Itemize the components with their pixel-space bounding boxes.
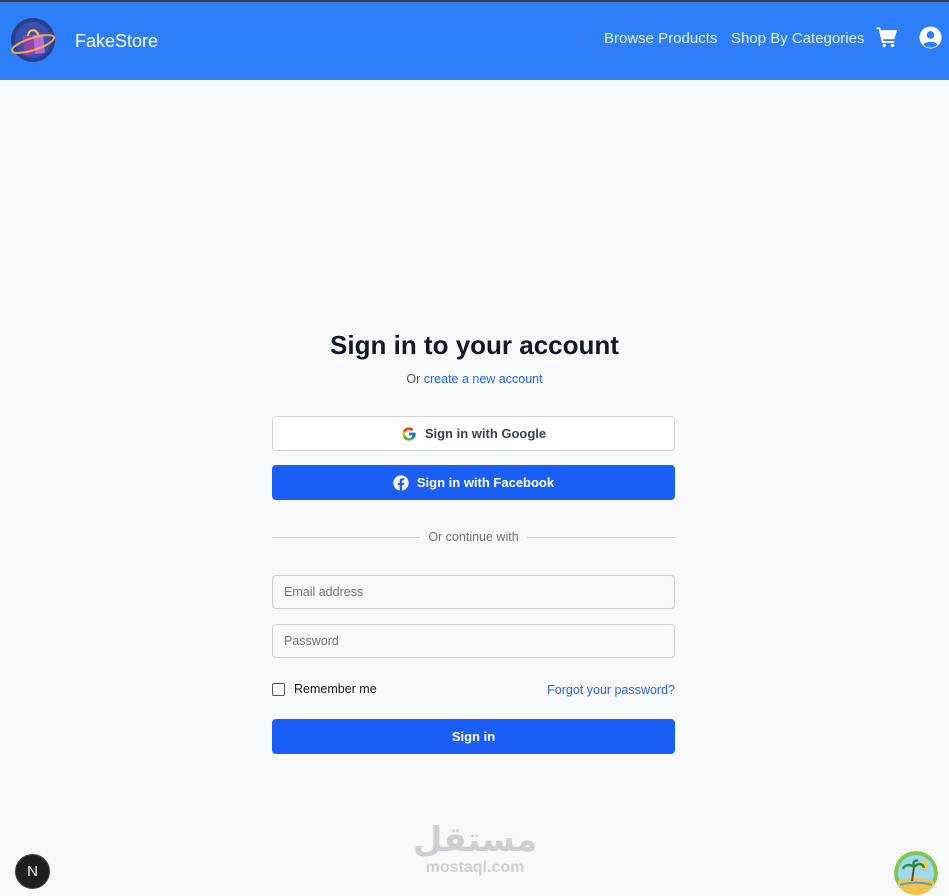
remember-me: Remember me bbox=[272, 682, 377, 696]
watermark-arabic: مستقل bbox=[412, 820, 538, 860]
divider-line-right bbox=[527, 537, 675, 538]
beach-avatar-icon[interactable] bbox=[894, 851, 938, 895]
remember-me-checkbox[interactable] bbox=[272, 682, 285, 696]
google-icon bbox=[402, 426, 416, 441]
page-title: Sign in to your account bbox=[330, 330, 619, 360]
sign-in-button[interactable]: Sign in bbox=[272, 719, 675, 754]
cart-icon[interactable] bbox=[876, 26, 898, 48]
google-signin-button[interactable]: Sign in with Google bbox=[272, 416, 675, 451]
email-field[interactable] bbox=[272, 575, 675, 609]
google-button-label: Sign in with Google bbox=[424, 426, 547, 441]
password-field[interactable] bbox=[272, 624, 675, 658]
shopping-bag-logo-icon[interactable] bbox=[10, 17, 56, 63]
subtitle: Or create a new account bbox=[0, 372, 949, 386]
forgot-password-link[interactable]: Forgot your password? bbox=[547, 683, 675, 697]
nav-browse-products[interactable]: Browse Products bbox=[604, 30, 717, 47]
facebook-icon bbox=[393, 474, 409, 491]
mostaql-watermark: مستقل mostaql.com bbox=[410, 820, 540, 880]
subtitle-prefix: Or bbox=[406, 372, 421, 386]
navbar: FakeStore Browse Products Shop By Catego… bbox=[0, 2, 949, 80]
facebook-button-label: Sign in with Facebook bbox=[416, 475, 555, 490]
user-circle-icon[interactable] bbox=[919, 26, 942, 49]
remember-me-label[interactable]: Remember me bbox=[294, 682, 377, 696]
facebook-signin-button[interactable]: Sign in with Facebook bbox=[272, 465, 675, 500]
or-continue-divider: Or continue with bbox=[272, 530, 675, 546]
brand-name[interactable]: FakeStore bbox=[75, 31, 158, 52]
nextjs-dev-badge[interactable]: N bbox=[15, 854, 50, 889]
watermark-latin: mostaql.com bbox=[425, 859, 525, 876]
nav-shop-by-categories[interactable]: Shop By Categories bbox=[731, 30, 864, 47]
create-account-link[interactable]: create a new account bbox=[424, 372, 543, 386]
